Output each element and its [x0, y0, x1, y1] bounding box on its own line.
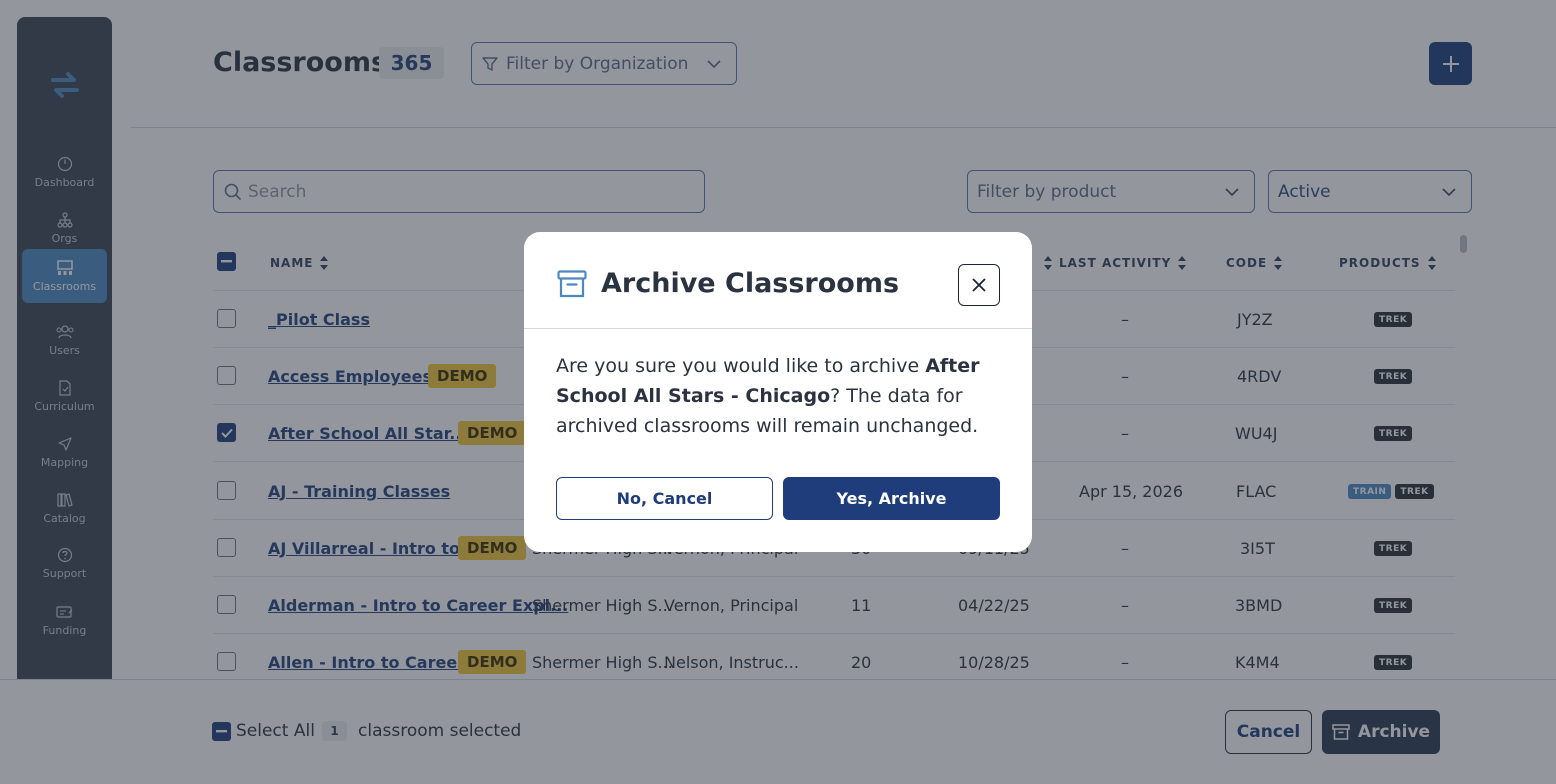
no-cancel-button[interactable]: No, Cancel: [556, 477, 773, 520]
dialog-header: Archive Classrooms: [524, 232, 1032, 329]
close-icon: [972, 278, 986, 292]
dialog-title: Archive Classrooms: [601, 268, 900, 299]
archive-icon: [557, 270, 587, 298]
dialog-message: Are you sure you would like to archive A…: [556, 355, 980, 437]
yes-archive-button[interactable]: Yes, Archive: [783, 477, 1000, 520]
close-dialog-button[interactable]: [958, 264, 1000, 306]
archive-classrooms-dialog: Archive Classrooms Are you sure you woul…: [524, 232, 1032, 552]
